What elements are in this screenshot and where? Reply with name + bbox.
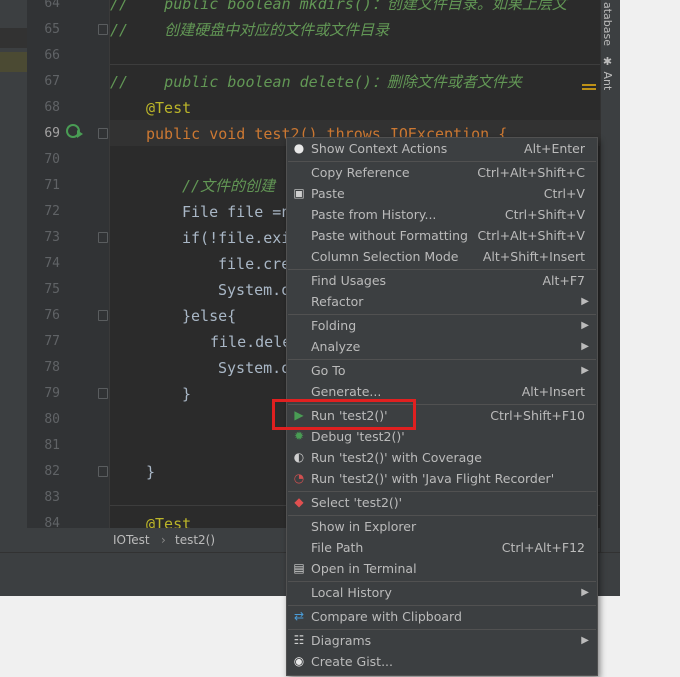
- menu-item-paste[interactable]: ▣ Paste Ctrl+V: [287, 183, 597, 204]
- line-number: 65: [44, 22, 60, 37]
- menu-item-show-in-explorer[interactable]: Show in Explorer: [287, 516, 597, 537]
- menu-item-column-selection-mode[interactable]: Column Selection Mode Alt+Shift+Insert: [287, 246, 597, 267]
- github-icon: ◉: [293, 654, 305, 668]
- code-line: file.cre: [218, 255, 291, 273]
- menu-item-diagrams[interactable]: ☷ Diagrams ▶: [287, 630, 597, 651]
- breadcrumb-separator: ›: [161, 533, 166, 547]
- code-line: System.o: [218, 359, 291, 377]
- breadcrumb-method[interactable]: test2(): [175, 533, 215, 547]
- line-number: 67: [44, 74, 60, 89]
- clipboard-icon: ▣: [293, 186, 305, 200]
- line-number: 74: [44, 256, 60, 271]
- lightbulb-icon: ●: [293, 141, 305, 155]
- menu-item-file-path[interactable]: File Path Ctrl+Alt+F12: [287, 537, 597, 558]
- line-number: 66: [44, 48, 60, 63]
- line-number: 79: [44, 386, 60, 401]
- submenu-arrow-icon: ▶: [581, 635, 589, 646]
- menu-item-select-test2[interactable]: ◆ Select 'test2()': [287, 492, 597, 513]
- annotation-highlight-box: [272, 399, 416, 430]
- fold-marker-icon[interactable]: [98, 466, 108, 477]
- menu-item-go-to[interactable]: Go To ▶: [287, 360, 597, 381]
- code-line: }else{: [182, 307, 237, 325]
- menu-item-run-with-coverage[interactable]: ◐ Run 'test2()' with Coverage: [287, 447, 597, 468]
- menu-item-copy-reference[interactable]: Copy Reference Ctrl+Alt+Shift+C: [287, 162, 597, 183]
- code-line: @Test: [146, 99, 192, 117]
- code-line: }: [146, 463, 156, 481]
- fold-marker-icon[interactable]: [98, 232, 108, 243]
- warning-stripe-icon[interactable]: [582, 84, 596, 86]
- ant-icon: ✱: [601, 55, 614, 68]
- code-line: // 创建硬盘中对应的文件或文件目录: [110, 21, 390, 39]
- code-line: System.o: [218, 281, 291, 299]
- line-number: 72: [44, 204, 60, 219]
- menu-item-local-history[interactable]: Local History ▶: [287, 582, 597, 603]
- fold-marker-icon[interactable]: [98, 388, 108, 399]
- left-tool-strip: [0, 0, 27, 596]
- menu-item-create-gist[interactable]: ◉ Create Gist...: [287, 651, 597, 672]
- compare-icon: ⇄: [293, 609, 305, 623]
- menu-item-find-usages[interactable]: Find Usages Alt+F7: [287, 270, 597, 291]
- fold-marker-icon[interactable]: [98, 128, 108, 139]
- method-separator: [110, 64, 600, 65]
- code-line: File file =n: [182, 203, 291, 221]
- line-number: 83: [44, 490, 60, 505]
- code-line: if(!file.exi: [182, 229, 291, 247]
- submenu-arrow-icon: ▶: [581, 320, 589, 331]
- line-number: 71: [44, 178, 60, 193]
- breadcrumb-class[interactable]: IOTest: [113, 533, 150, 547]
- menu-item-show-context-actions[interactable]: ● Show Context Actions Alt+Enter: [287, 138, 597, 159]
- flight-recorder-icon: ◔: [293, 471, 305, 485]
- menu-item-paste-from-history[interactable]: Paste from History... Ctrl+Shift+V: [287, 204, 597, 225]
- database-tool-tab[interactable]: atabase: [601, 2, 614, 46]
- ant-tool-label: Ant: [601, 71, 614, 91]
- line-number: 76: [44, 308, 60, 323]
- menu-item-paste-without-formatting[interactable]: Paste without Formatting Ctrl+Alt+Shift+…: [287, 225, 597, 246]
- fold-marker-icon[interactable]: [98, 24, 108, 35]
- line-number: 82: [44, 464, 60, 479]
- run-test-gutter-icon[interactable]: [66, 123, 84, 143]
- line-number: 77: [44, 334, 60, 349]
- line-number: 75: [44, 282, 60, 297]
- submenu-arrow-icon: ▶: [581, 365, 589, 376]
- line-number: 81: [44, 438, 60, 453]
- menu-item-compare-with-clipboard[interactable]: ⇄ Compare with Clipboard: [287, 606, 597, 627]
- left-strip-row: [0, 28, 27, 48]
- code-line: // public boolean delete()：删除文件或者文件夹: [110, 73, 522, 91]
- submenu-arrow-icon: ▶: [581, 587, 589, 598]
- diagram-icon: ☷: [293, 633, 305, 647]
- left-strip-selected-row: [0, 52, 27, 72]
- line-number: 68: [44, 100, 60, 115]
- terminal-icon: ▤: [293, 561, 305, 575]
- line-number: 69: [44, 126, 60, 141]
- code-line: file.dele: [210, 333, 292, 351]
- submenu-arrow-icon: ▶: [581, 296, 589, 307]
- menu-item-refactor[interactable]: Refactor ▶: [287, 291, 597, 312]
- line-number: 70: [44, 152, 60, 167]
- code-line: }: [182, 385, 192, 403]
- code-line: // public boolean mkdirs()：创建文件目录。如果上层文: [110, 0, 567, 13]
- line-number: 80: [44, 412, 60, 427]
- fold-marker-icon[interactable]: [98, 310, 108, 321]
- coverage-icon: ◐: [293, 450, 305, 464]
- select-icon: ◆: [294, 495, 304, 509]
- menu-item-folding[interactable]: Folding ▶: [287, 315, 597, 336]
- menu-item-run-with-flight-recorder[interactable]: ◔ Run 'test2()' with 'Java Flight Record…: [287, 468, 597, 489]
- menu-item-analyze[interactable]: Analyze ▶: [287, 336, 597, 357]
- line-number: 78: [44, 360, 60, 375]
- desktop-background: [620, 0, 680, 677]
- menu-item-open-in-terminal[interactable]: ▤ Open in Terminal: [287, 558, 597, 579]
- ant-tool-tab[interactable]: ✱ Ant: [601, 55, 614, 90]
- code-line: //文件的创建: [182, 177, 276, 195]
- line-number: 73: [44, 230, 60, 245]
- submenu-arrow-icon: ▶: [581, 341, 589, 352]
- line-number: 64: [44, 0, 60, 11]
